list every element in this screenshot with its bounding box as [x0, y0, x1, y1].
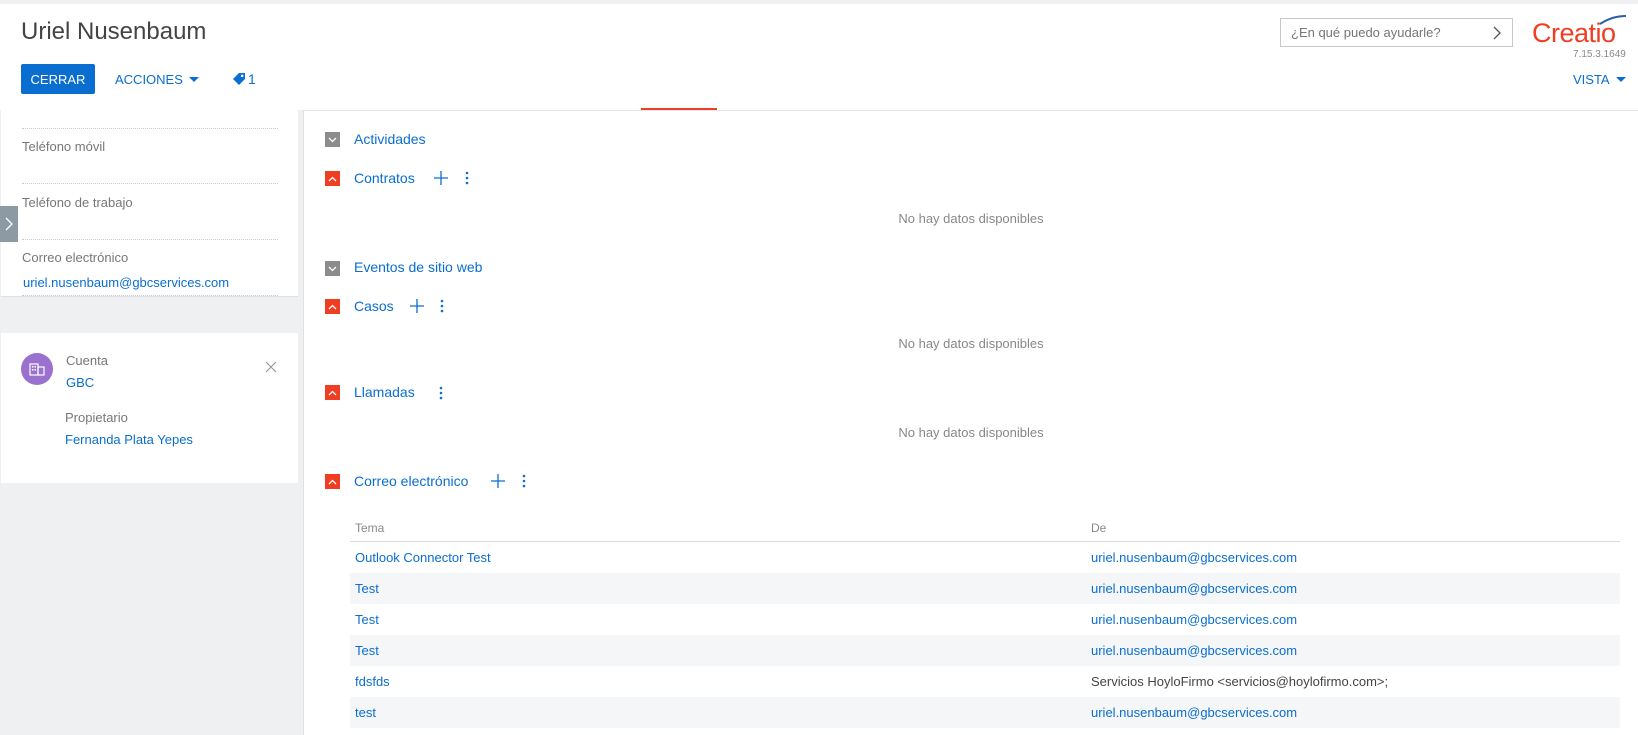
email-subject-link[interactable]: Outlook Connector Test — [355, 550, 491, 565]
chevron-down-icon — [328, 137, 337, 142]
tag-icon — [233, 73, 245, 85]
header-divider — [300, 110, 1638, 111]
contact-info-panel: Teléfono móvil Teléfono de trabajo Corre… — [1, 110, 298, 297]
no-data-llamadas: No hay datos disponibles — [898, 425, 1044, 440]
section-title-correo[interactable]: Correo electrónico — [354, 473, 468, 489]
no-data-casos: No hay datos disponibles — [898, 336, 1044, 351]
email-label: Correo electrónico — [22, 250, 129, 265]
actions-button[interactable]: ACCIONES — [115, 64, 199, 94]
column-header-de[interactable]: De — [1091, 521, 1106, 535]
account-panel: Cuenta GBC Propietario Fernanda Plata Ye… — [1, 333, 298, 483]
email-sender-link[interactable]: uriel.nusenbaum@gbcservices.com — [1091, 581, 1297, 596]
owner-link[interactable]: Fernanda Plata Yepes — [65, 432, 193, 447]
table-row[interactable]: Test uriel.nusenbaum@gbcservices.com — [350, 635, 1620, 666]
page-title: Uriel Nusenbaum — [21, 18, 207, 45]
section-title-eventos[interactable]: Eventos de sitio web — [354, 259, 482, 275]
chevron-up-icon — [328, 479, 337, 484]
email-subject-link[interactable]: fdsfds — [355, 674, 390, 689]
chevron-up-icon — [328, 304, 337, 309]
email-sender-text: Servicios HoyloFirmo <servicios@hoylofir… — [1091, 674, 1389, 689]
more-menu-icon[interactable] — [440, 299, 444, 313]
table-row[interactable]: test uriel.nusenbaum@gbcservices.com — [350, 697, 1620, 728]
table-row[interactable]: fdsfds Servicios HoyloFirmo <servicios@h… — [350, 666, 1620, 697]
version-label: 7.15.3.1649 — [1573, 49, 1626, 60]
more-menu-icon[interactable] — [439, 386, 443, 400]
chevron-up-icon — [328, 390, 337, 395]
left-column: Teléfono móvil Teléfono de trabajo Corre… — [0, 110, 304, 735]
email-sender-link[interactable]: uriel.nusenbaum@gbcservices.com — [1091, 643, 1297, 658]
email-subject-link[interactable]: Test — [355, 581, 379, 596]
chevron-down-icon — [1615, 76, 1626, 82]
help-search-input[interactable] — [1291, 25, 1486, 40]
email-subject-link[interactable]: test — [355, 705, 376, 720]
page-header: Uriel Nusenbaum CERRAR ACCIONES 1 Creati… — [0, 0, 1638, 110]
owner-label: Propietario — [65, 410, 128, 425]
section-title-actividades[interactable]: Actividades — [354, 131, 426, 147]
section-toggle-eventos[interactable] — [325, 261, 340, 276]
actions-label: ACCIONES — [115, 71, 183, 87]
building-icon — [29, 363, 45, 376]
field-divider — [22, 128, 278, 129]
close-button[interactable]: CERRAR — [21, 64, 95, 94]
close-icon[interactable] — [265, 361, 277, 373]
add-icon[interactable] — [434, 171, 448, 185]
logo-swoosh-icon — [1599, 15, 1627, 25]
section-toggle-contratos[interactable] — [325, 171, 340, 186]
chevron-right-icon[interactable] — [1492, 25, 1502, 41]
chevron-down-icon — [328, 266, 337, 271]
add-icon[interactable] — [491, 474, 505, 488]
section-title-casos[interactable]: Casos — [354, 298, 394, 314]
more-menu-icon[interactable] — [465, 171, 469, 185]
email-sender-link[interactable]: uriel.nusenbaum@gbcservices.com — [1091, 612, 1297, 627]
section-toggle-actividades[interactable] — [325, 132, 340, 147]
expand-panel-button[interactable] — [0, 206, 18, 242]
email-link[interactable]: uriel.nusenbaum@gbcservices.com — [23, 275, 229, 290]
section-toggle-casos[interactable] — [325, 299, 340, 314]
column-header-tema[interactable]: Tema — [355, 521, 384, 535]
add-icon[interactable] — [410, 299, 424, 313]
table-row[interactable]: Outlook Connector Test uriel.nusenbaum@g… — [350, 542, 1620, 573]
email-sender-link[interactable]: uriel.nusenbaum@gbcservices.com — [1091, 705, 1297, 720]
chevron-right-icon — [5, 217, 13, 231]
section-toggle-llamadas[interactable] — [325, 385, 340, 400]
field-divider — [22, 295, 278, 296]
account-label: Cuenta — [66, 353, 108, 368]
section-toggle-correo[interactable] — [325, 474, 340, 489]
help-search[interactable] — [1280, 18, 1513, 47]
email-sender-link[interactable]: uriel.nusenbaum@gbcservices.com — [1091, 550, 1297, 565]
account-avatar — [21, 353, 53, 385]
chevron-up-icon — [328, 176, 337, 181]
account-link[interactable]: GBC — [66, 375, 94, 390]
email-subject-link[interactable]: Test — [355, 643, 379, 658]
view-button[interactable]: VISTA — [1573, 64, 1626, 94]
table-row[interactable]: Test uriel.nusenbaum@gbcservices.com — [350, 604, 1620, 635]
chevron-down-icon — [188, 76, 199, 82]
creatio-logo: Creatio — [1532, 12, 1632, 52]
tags-button[interactable]: 1 — [232, 64, 256, 94]
section-title-contratos[interactable]: Contratos — [354, 170, 415, 186]
email-grid-header: Tema De — [350, 513, 1620, 542]
work-phone-field[interactable] — [22, 239, 278, 240]
more-menu-icon[interactable] — [522, 474, 526, 488]
tag-count: 1 — [248, 71, 256, 87]
section-title-llamadas[interactable]: Llamadas — [354, 384, 415, 400]
email-subject-link[interactable]: Test — [355, 612, 379, 627]
mobile-phone-label: Teléfono móvil — [22, 139, 106, 154]
no-data-contratos: No hay datos disponibles — [898, 211, 1044, 226]
mobile-phone-field[interactable] — [22, 183, 278, 184]
work-phone-label: Teléfono de trabajo — [22, 195, 133, 210]
view-label: VISTA — [1573, 71, 1610, 87]
table-row[interactable]: Test uriel.nusenbaum@gbcservices.com — [350, 573, 1620, 604]
